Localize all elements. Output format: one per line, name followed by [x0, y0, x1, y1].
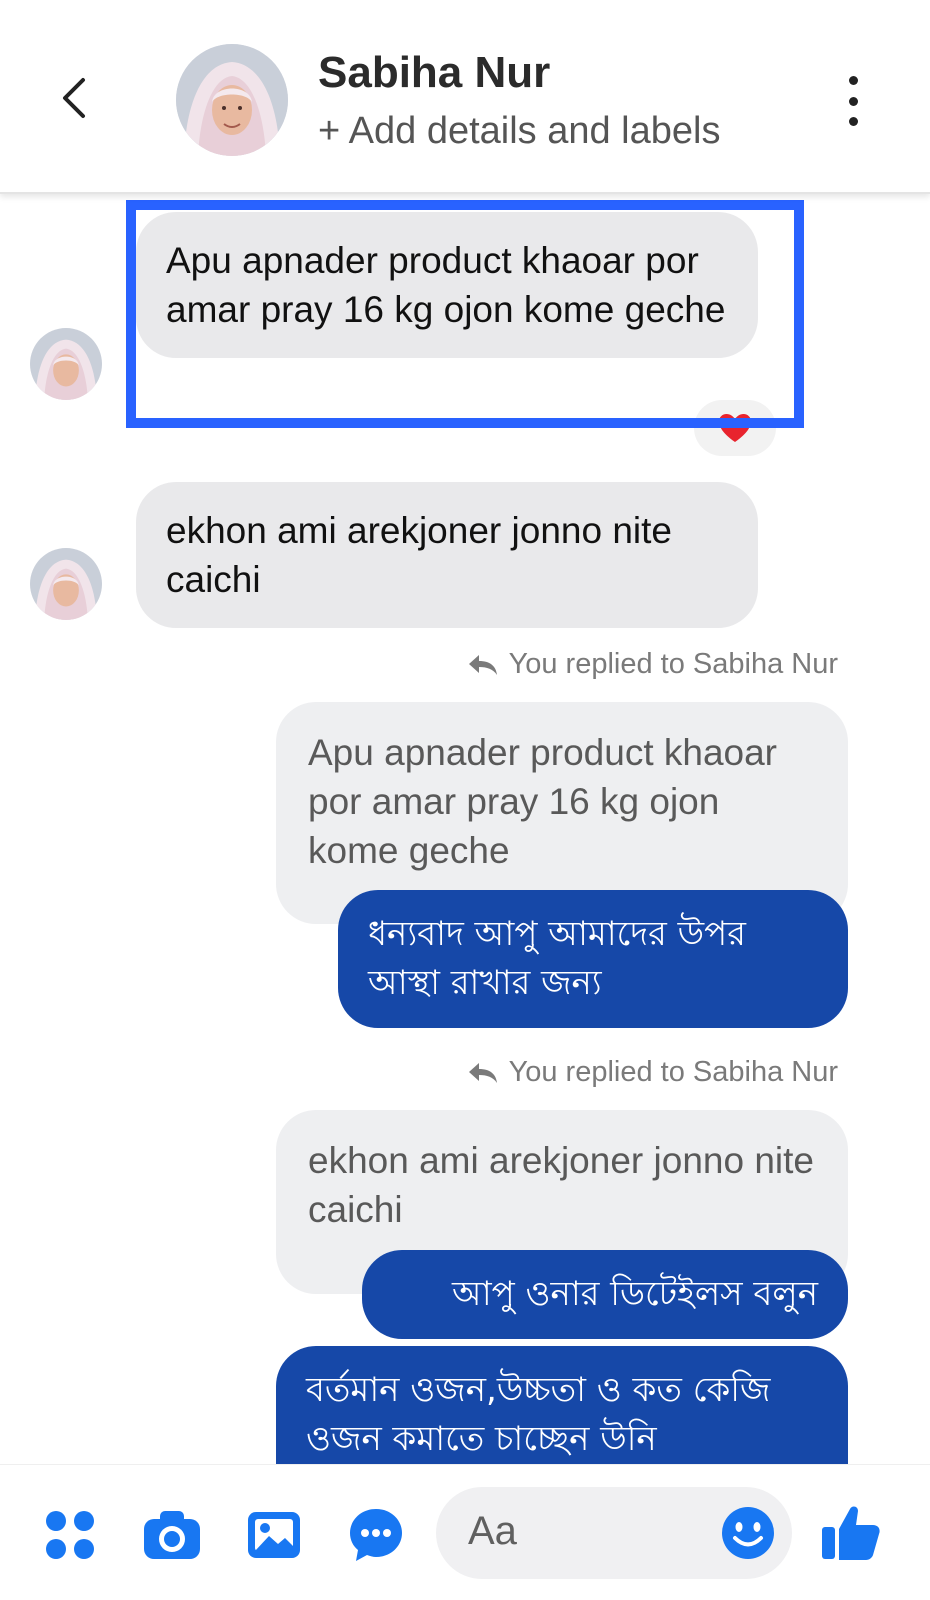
back-button[interactable]: [46, 70, 102, 126]
reply-indicator: You replied to Sabiha Nur: [467, 1056, 838, 1089]
camera-button[interactable]: [140, 1503, 204, 1567]
highlight-box: [126, 200, 804, 428]
contact-name[interactable]: Sabiha Nur: [318, 48, 550, 98]
outgoing-message[interactable]: বর্তমান ওজন,উচ্চতা ও কত কেজি ওজন কমাতে চ…: [276, 1346, 848, 1464]
add-details-link[interactable]: + Add details and labels: [318, 110, 720, 153]
message-input[interactable]: Aa: [436, 1487, 792, 1579]
gallery-button[interactable]: [242, 1503, 306, 1567]
reply-indicator-text: You replied to Sabiha Nur: [508, 1056, 838, 1088]
message-list[interactable]: Apu apnader product khaoar por amar pray…: [0, 192, 930, 1464]
avatar-image: [30, 548, 102, 620]
chat-extensions-button[interactable]: [344, 1503, 408, 1567]
avatar-image: [176, 44, 288, 156]
sender-avatar[interactable]: [30, 328, 102, 400]
apps-button[interactable]: [38, 1503, 102, 1567]
like-button[interactable]: [816, 1497, 886, 1567]
chat-header: Sabiha Nur + Add details and labels: [0, 0, 930, 194]
reply-arrow-icon: [468, 1062, 497, 1083]
outgoing-message[interactable]: আপু ওনার ডিটেইলস বলুন: [362, 1250, 848, 1339]
composer-bar: Aa: [0, 1464, 930, 1600]
more-dot-icon: [848, 117, 858, 126]
reply-arrow-icon: [468, 654, 497, 675]
more-dot-icon: [848, 96, 858, 106]
camera-icon: [144, 1511, 200, 1559]
reply-indicator: You replied to Sabiha Nur: [467, 648, 838, 681]
chat-icon: [350, 1509, 402, 1561]
chevron-left-icon: [63, 78, 85, 118]
reply-indicator-text: You replied to Sabiha Nur: [508, 648, 838, 680]
gallery-icon: [248, 1512, 300, 1558]
outgoing-message[interactable]: ধন্যবাদ আপু আমাদের উপর আস্থা রাখার জন্য: [338, 890, 848, 1028]
contact-avatar[interactable]: [176, 44, 288, 156]
emoji-button[interactable]: [718, 1503, 778, 1563]
like-icon: [822, 1506, 880, 1560]
message-input-placeholder: Aa: [468, 1509, 517, 1553]
apps-icon: [46, 1511, 94, 1559]
sender-avatar[interactable]: [30, 548, 102, 620]
messenger-screen: Sabiha Nur + Add details and labels Apu …: [0, 0, 930, 1600]
avatar-image: [30, 328, 102, 400]
incoming-message[interactable]: ekhon ami arekjoner jonno nite caichi: [136, 482, 758, 628]
emoji-icon: [722, 1507, 774, 1559]
more-dot-icon: [848, 76, 858, 85]
more-options-button[interactable]: [836, 76, 870, 126]
